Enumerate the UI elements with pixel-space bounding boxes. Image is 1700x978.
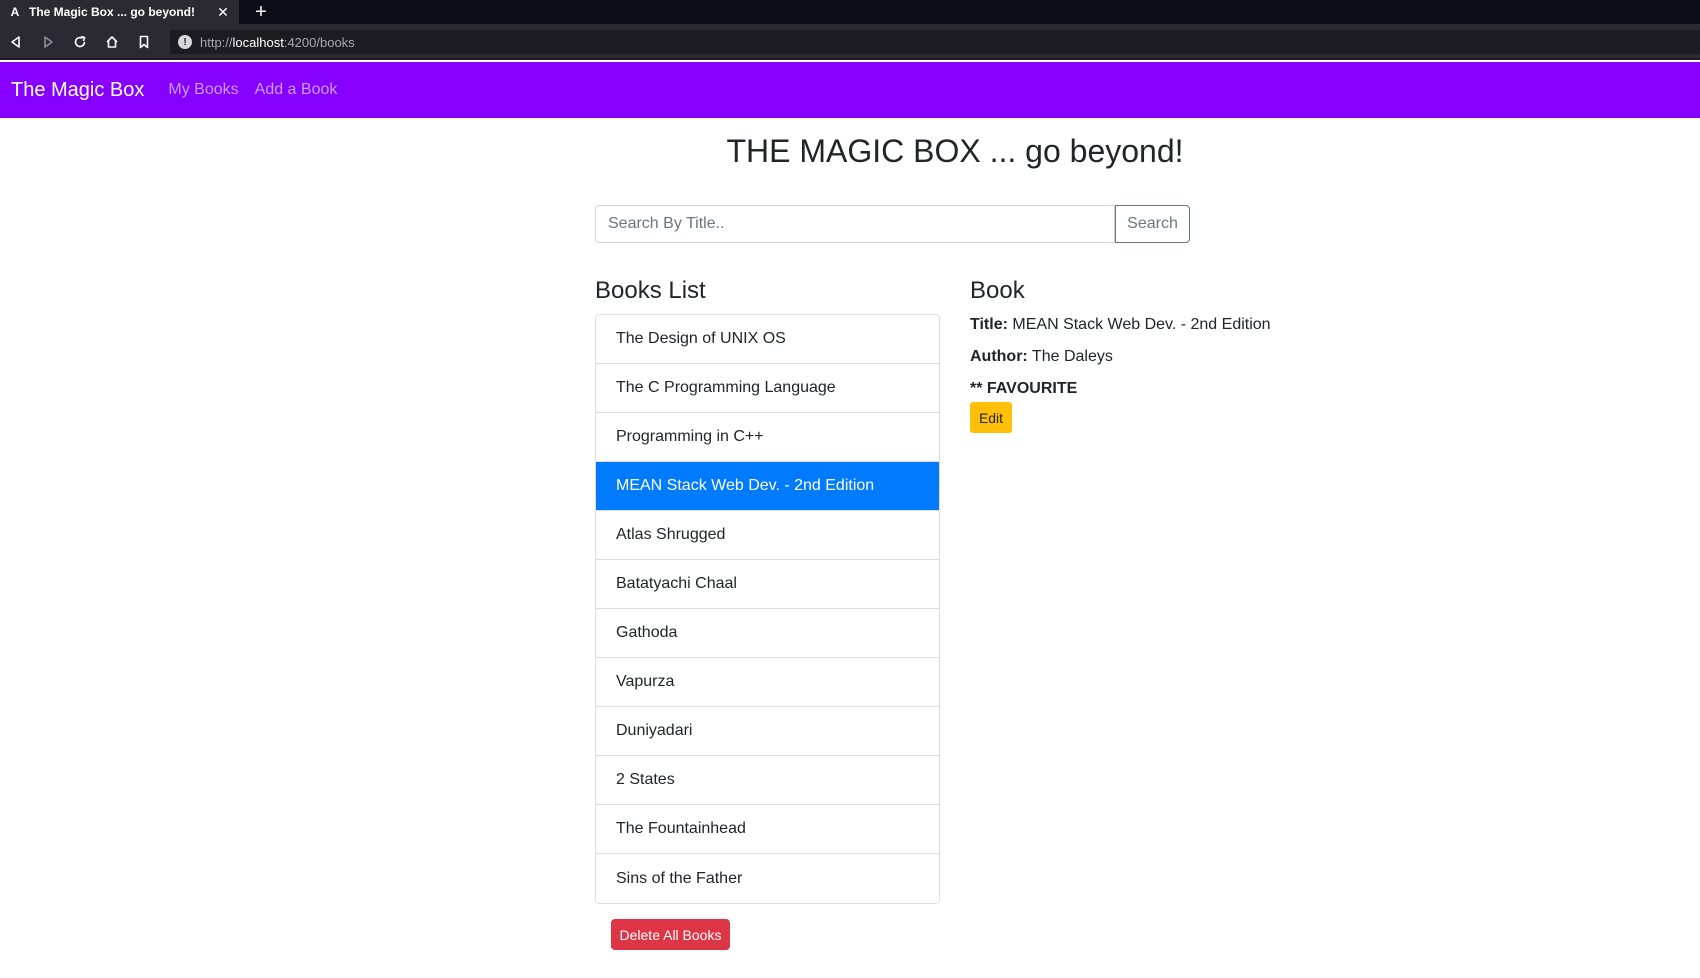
- books-list-heading: Books List: [595, 277, 706, 304]
- url-text: http://localhost:4200/books: [200, 34, 355, 50]
- search-input[interactable]: [595, 205, 1115, 243]
- list-item[interactable]: Batatyachi Chaal: [596, 560, 939, 609]
- book-title-line: Title: MEAN Stack Web Dev. - 2nd Edition: [970, 316, 1271, 334]
- browser-toolbar: ! http://localhost:4200/books: [0, 24, 1700, 60]
- tab-title: The Magic Box ... go beyond!: [29, 5, 196, 19]
- list-item[interactable]: 2 States: [596, 756, 939, 805]
- favourite-badge: ** FAVOURITE: [970, 380, 1078, 397]
- search-group: Search: [595, 205, 1190, 243]
- list-item[interactable]: Programming in C++: [596, 413, 939, 462]
- book-detail-heading: Book: [970, 277, 1025, 304]
- back-icon[interactable]: [5, 31, 27, 53]
- edit-button[interactable]: Edit: [970, 402, 1012, 433]
- list-item[interactable]: MEAN Stack Web Dev. - 2nd Edition: [596, 462, 939, 511]
- app-navbar: The Magic Box My Books Add a Book: [0, 62, 1700, 118]
- browser-tabstrip: A The Magic Box ... go beyond! ✕ +: [0, 0, 1700, 24]
- site-info-icon[interactable]: !: [178, 35, 192, 49]
- angular-icon: A: [10, 5, 20, 19]
- bookmark-icon[interactable]: [133, 31, 155, 53]
- page-title: THE MAGIC BOX ... go beyond!: [726, 133, 1184, 169]
- navbar-brand[interactable]: The Magic Box: [11, 79, 144, 102]
- book-author-value: The Daleys: [1031, 348, 1113, 365]
- book-title-label: Title:: [970, 316, 1008, 333]
- home-icon[interactable]: [101, 31, 123, 53]
- list-item[interactable]: The Fountainhead: [596, 805, 939, 854]
- list-item[interactable]: Sins of the Father: [596, 854, 939, 903]
- reload-icon[interactable]: [69, 31, 91, 53]
- list-item[interactable]: Atlas Shrugged: [596, 511, 939, 560]
- list-item[interactable]: Vapurza: [596, 658, 939, 707]
- search-button[interactable]: Search: [1115, 205, 1190, 243]
- list-item[interactable]: Gathoda: [596, 609, 939, 658]
- book-author-line: Author: The Daleys: [970, 348, 1113, 366]
- browser-tab[interactable]: A The Magic Box ... go beyond! ✕: [0, 0, 239, 24]
- new-tab-icon[interactable]: +: [251, 0, 271, 24]
- forward-icon[interactable]: [37, 31, 59, 53]
- close-icon[interactable]: ✕: [213, 4, 233, 21]
- list-item[interactable]: The Design of UNIX OS: [596, 315, 939, 364]
- nav-link-add-book[interactable]: Add a Book: [255, 81, 338, 99]
- book-title-value: MEAN Stack Web Dev. - 2nd Edition: [1012, 316, 1271, 333]
- list-item[interactable]: Duniyadari: [596, 707, 939, 756]
- books-list: The Design of UNIX OS The C Programming L…: [595, 314, 940, 904]
- list-item[interactable]: The C Programming Language: [596, 364, 939, 413]
- delete-all-books-button[interactable]: Delete All Books: [611, 919, 730, 950]
- address-bar[interactable]: ! http://localhost:4200/books: [170, 30, 1700, 54]
- book-author-label: Author:: [970, 348, 1028, 365]
- nav-link-my-books[interactable]: My Books: [168, 81, 238, 99]
